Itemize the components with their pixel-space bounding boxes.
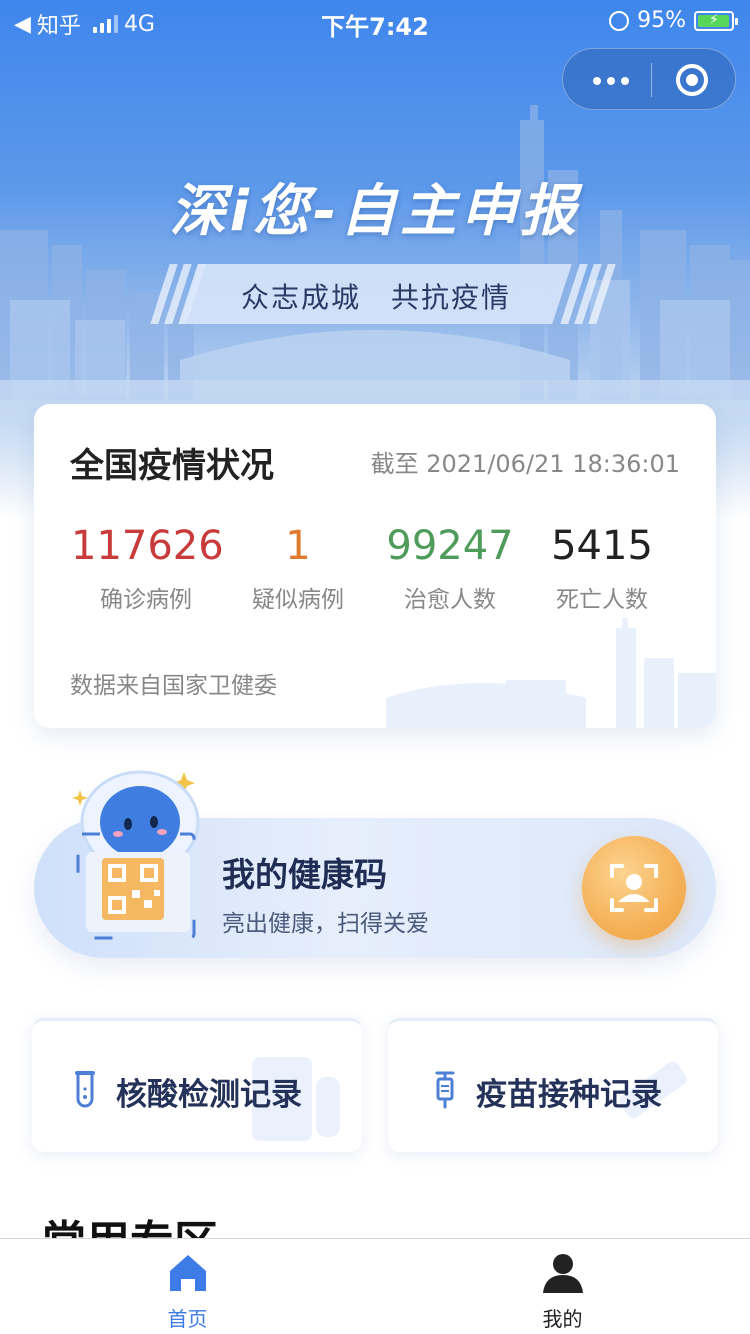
stats-timestamp: 截至 2021/06/21 18:36:01 [370, 450, 680, 478]
tab-bar: 首页 我的 [0, 1238, 750, 1334]
tab-home[interactable]: 首页 [0, 1239, 375, 1334]
nucleic-test-record-card[interactable]: 核酸检测记录 [32, 1018, 362, 1152]
stats-title: 全国疫情状况 [70, 446, 274, 486]
stat-label: 治愈人数 [404, 587, 496, 613]
hero-title: 深i您-自主申报 [169, 179, 581, 244]
battery-percent: 95% [637, 8, 686, 33]
user-icon [543, 1254, 583, 1293]
close-miniprogram-icon[interactable] [676, 64, 708, 96]
slogan-stripes-right [560, 264, 640, 324]
tab-label: 我的 [542, 1307, 583, 1331]
miniprogram-capsule [562, 48, 736, 110]
stat-value: 1 [285, 523, 311, 569]
hero-slogan: 众志成城 共抗疫情 [240, 281, 511, 314]
tab-mine[interactable]: 我的 [375, 1239, 750, 1334]
battery-icon: ⚡ [694, 10, 738, 31]
stat-label: 死亡人数 [556, 587, 648, 613]
record-label[interactable]: 疫苗接种记录 [476, 1069, 662, 1114]
stat-deaths: 5415 死亡人数 [527, 522, 677, 614]
stat-value: 99247 [386, 523, 514, 569]
health-code-title[interactable]: 我的健康码 [222, 848, 387, 896]
stat-label: 疑似病例 [252, 587, 344, 613]
home-icon [170, 1255, 206, 1291]
stat-confirmed: 117626 确诊病例 [71, 522, 224, 614]
health-code-subtitle: 亮出健康，扫得关爱 [222, 911, 429, 937]
stat-label: 确诊病例 [100, 587, 192, 613]
face-scan-icon [610, 864, 658, 912]
stat-value: 5415 [551, 523, 653, 569]
capsule-divider [651, 63, 652, 97]
stats-source: 数据来自国家卫健委 [70, 673, 277, 699]
rotation-lock-icon [609, 10, 630, 31]
card-skyline-illustration [386, 618, 716, 728]
mascot-qr-icon [72, 770, 200, 940]
more-options-icon[interactable] [589, 71, 649, 91]
stat-cured: 99247 治愈人数 [375, 522, 525, 614]
test-tube-icon [75, 1071, 95, 1108]
status-bar: ◀ 知乎 4G 下午7:42 95% ⚡ [0, 0, 750, 41]
tab-label: 首页 [167, 1307, 208, 1331]
stat-suspected: 1 疑似病例 [223, 522, 373, 614]
epidemic-stats-card: 全国疫情状况 截至 2021/06/21 18:36:01 117626 确诊病… [34, 404, 716, 728]
syringe-icon [435, 1071, 455, 1109]
record-label[interactable]: 核酸检测记录 [116, 1069, 302, 1114]
vaccination-record-card[interactable]: 疫苗接种记录 [388, 1018, 718, 1152]
face-scan-button[interactable] [582, 836, 686, 940]
stat-value: 117626 [71, 523, 224, 569]
